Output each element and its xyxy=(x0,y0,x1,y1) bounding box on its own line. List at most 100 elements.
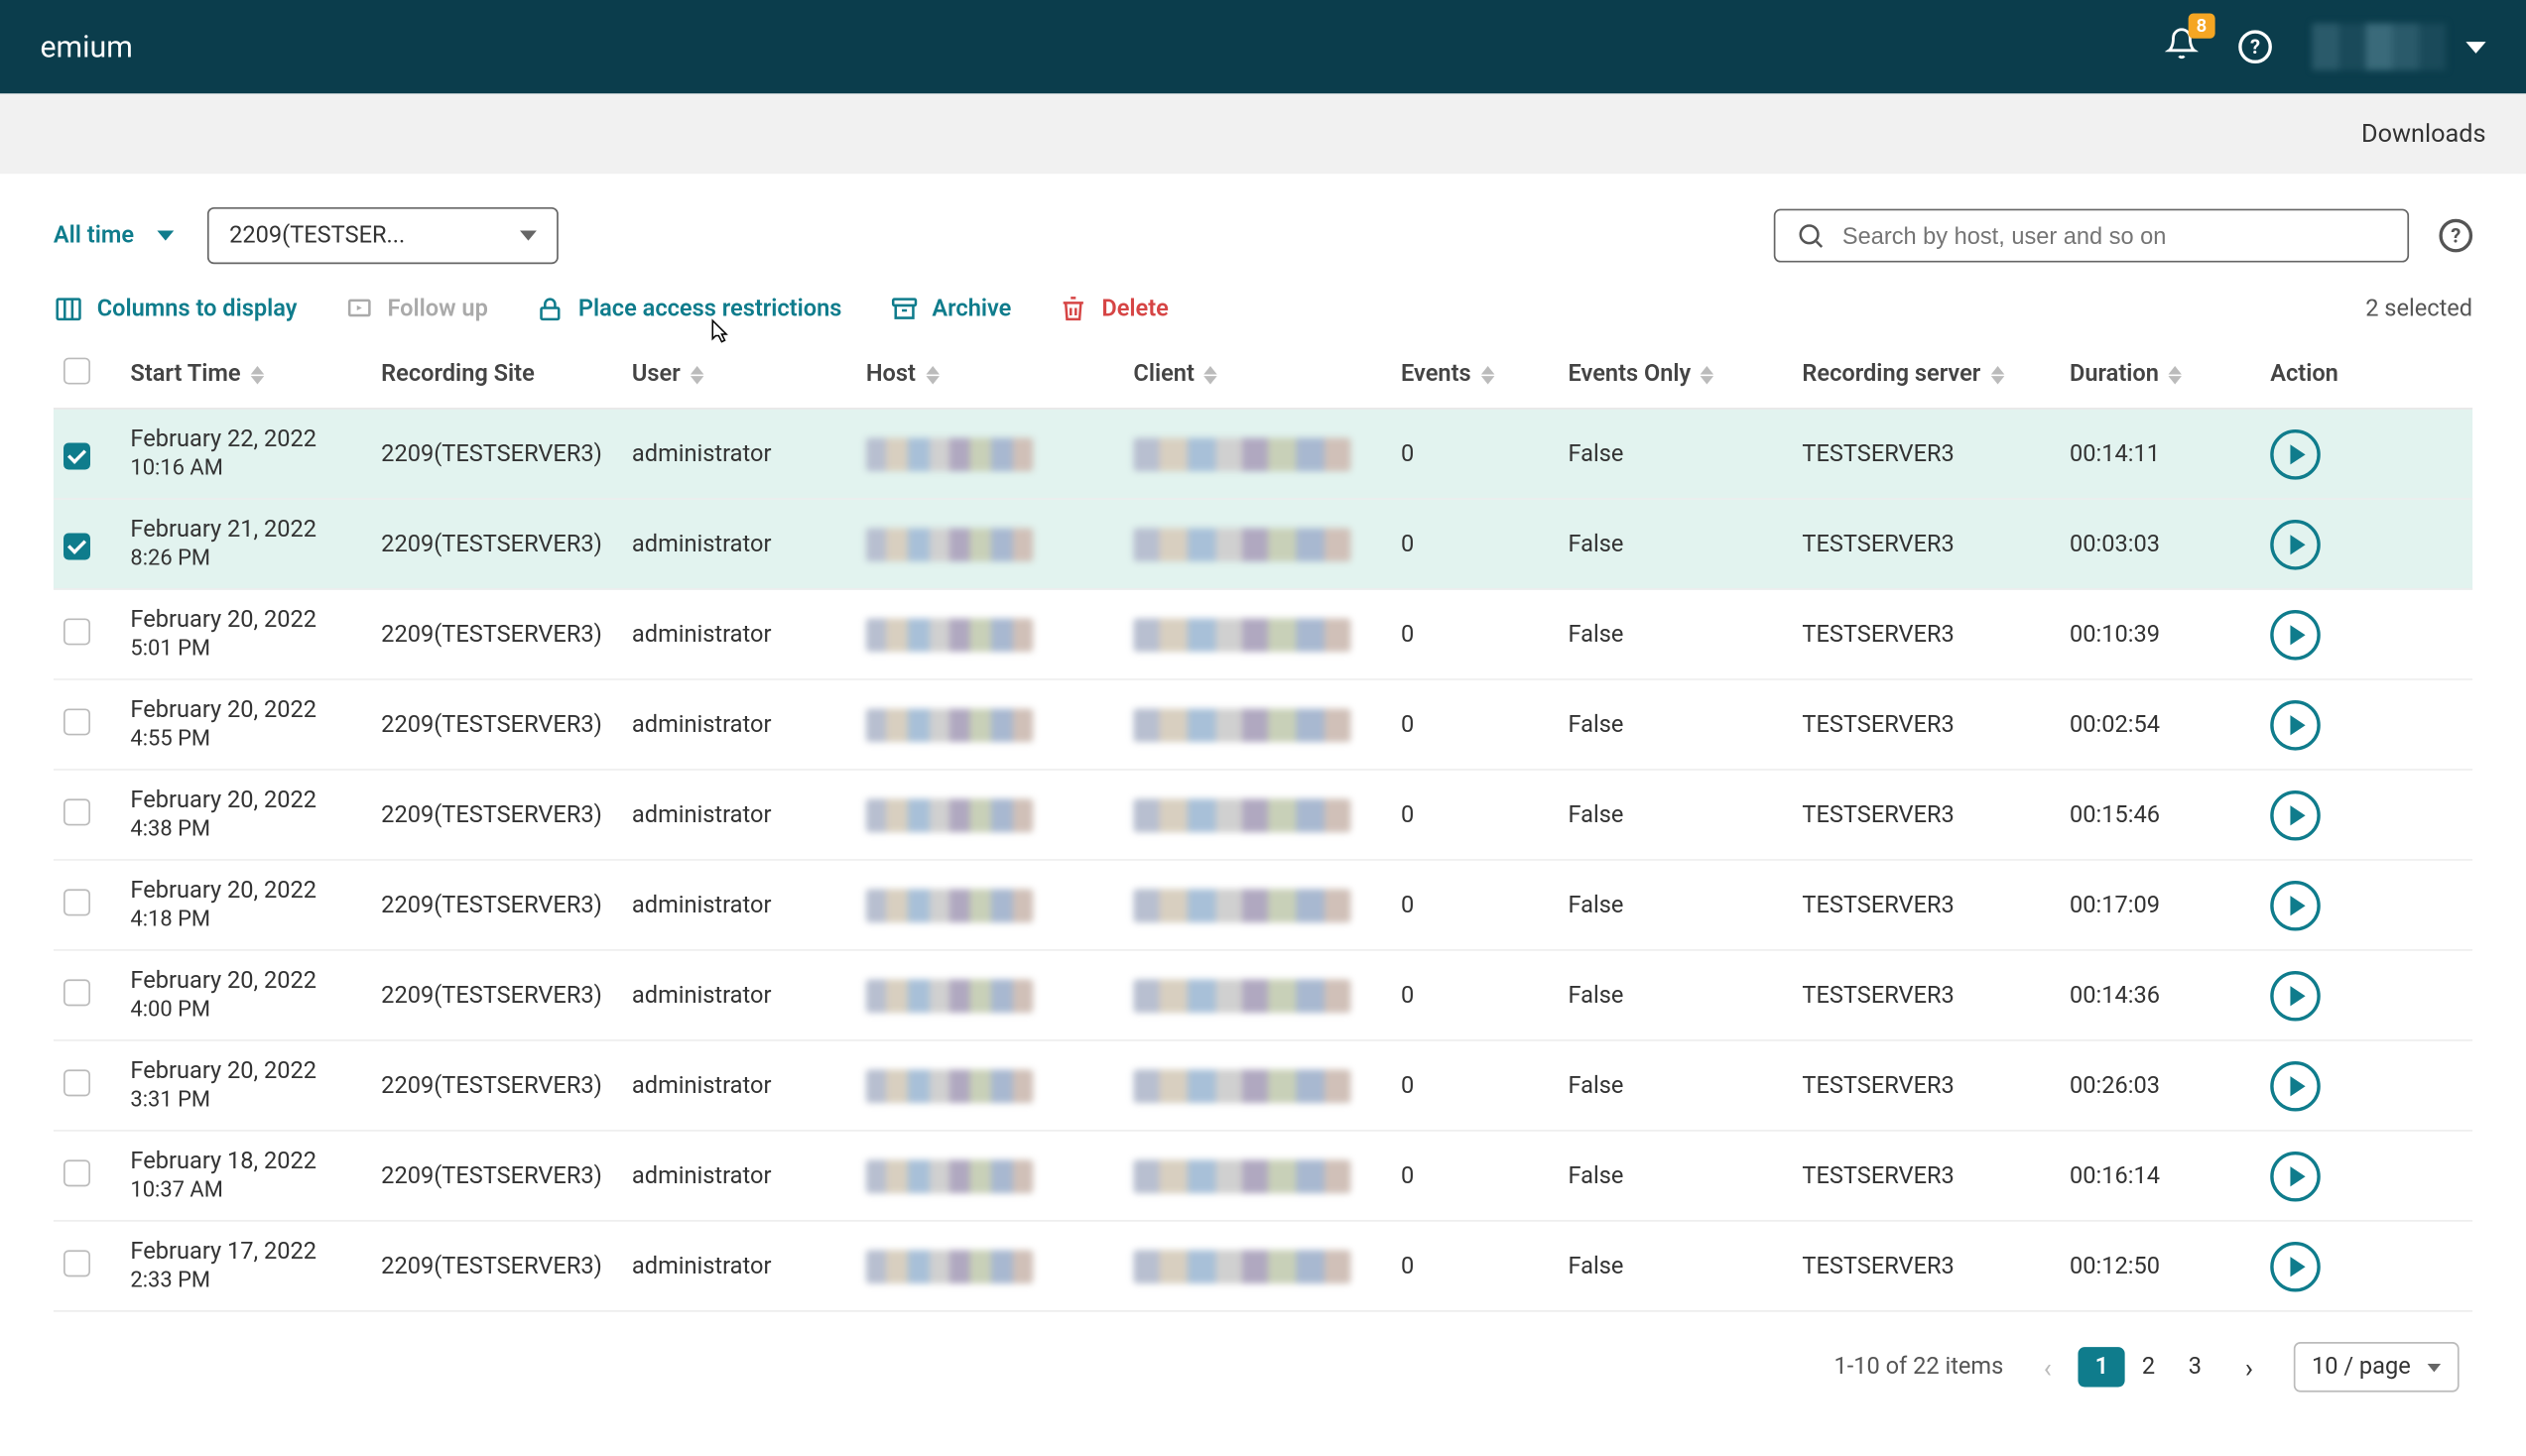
cell-client xyxy=(1133,618,1401,652)
cell-duration: 00:26:03 xyxy=(2070,1072,2270,1099)
page-number[interactable]: 3 xyxy=(2172,1347,2218,1387)
host-redacted xyxy=(866,618,1034,652)
sort-icon xyxy=(691,365,703,384)
play-button[interactable] xyxy=(2270,428,2321,479)
play-button[interactable] xyxy=(2270,609,2321,660)
cell-host xyxy=(866,1069,1134,1103)
notifications-button[interactable]: 8 xyxy=(2165,27,2199,66)
next-page[interactable]: › xyxy=(2235,1345,2263,1390)
col-duration[interactable]: Duration xyxy=(2070,361,2270,388)
cell-events: 0 xyxy=(1401,711,1569,738)
cell-host xyxy=(866,889,1134,922)
page-size-select[interactable]: 10 / page xyxy=(2293,1342,2459,1393)
search-input-wrap[interactable] xyxy=(1774,209,2409,263)
trash-icon xyxy=(1059,295,1088,324)
client-redacted xyxy=(1133,1250,1350,1283)
play-button[interactable] xyxy=(2270,519,2321,569)
cell-start-time: February 17, 20222:33 PM xyxy=(130,1239,381,1294)
client-redacted xyxy=(1133,437,1350,471)
columns-to-display-button[interactable]: Columns to display xyxy=(54,295,298,324)
cell-events-only: False xyxy=(1569,711,1803,738)
page-number[interactable]: 2 xyxy=(2125,1347,2172,1387)
col-user[interactable]: User xyxy=(632,361,866,388)
cell-host xyxy=(866,437,1134,471)
col-recording-server[interactable]: Recording server xyxy=(1802,361,2070,388)
play-button[interactable] xyxy=(2270,880,2321,930)
archive-label: Archive xyxy=(932,296,1011,322)
play-button[interactable] xyxy=(2270,1060,2321,1111)
table-row: February 20, 20225:01 PM 2209(TESTSERVER… xyxy=(54,590,2472,680)
cell-start-time: February 21, 20228:26 PM xyxy=(130,517,381,572)
topbar: emium 8 ? xyxy=(0,0,2526,93)
col-host[interactable]: Host xyxy=(866,361,1134,388)
table-row: February 22, 202210:16 AM 2209(TESTSERVE… xyxy=(54,410,2472,500)
help-icon[interactable]: ? xyxy=(2439,219,2472,253)
place-restrictions-button[interactable]: Place access restrictions xyxy=(535,295,841,324)
cell-recording-site: 2209(TESTSERVER3) xyxy=(381,801,632,828)
client-redacted xyxy=(1133,979,1350,1013)
cell-duration: 00:10:39 xyxy=(2070,621,2270,648)
row-checkbox[interactable] xyxy=(63,889,90,915)
time-filter[interactable]: All time xyxy=(54,222,175,249)
page-number[interactable]: 1 xyxy=(2079,1347,2125,1387)
help-icon[interactable]: ? xyxy=(2238,30,2272,63)
cell-host xyxy=(866,618,1134,652)
cell-host xyxy=(866,528,1134,561)
prev-page[interactable]: ‹ xyxy=(2034,1345,2062,1390)
col-events-only[interactable]: Events Only xyxy=(1569,361,1803,388)
sort-icon xyxy=(1701,365,1713,384)
selected-count: 2 selected xyxy=(2365,296,2472,322)
row-checkbox[interactable] xyxy=(63,442,90,469)
user-menu[interactable] xyxy=(2312,24,2485,70)
cell-user: administrator xyxy=(632,1162,866,1189)
cell-start-time: February 20, 20223:31 PM xyxy=(130,1058,381,1114)
play-button[interactable] xyxy=(2270,1151,2321,1201)
col-events[interactable]: Events xyxy=(1401,361,1569,388)
col-start-time[interactable]: Start Time xyxy=(130,361,381,388)
row-checkbox[interactable] xyxy=(63,533,90,559)
row-checkbox[interactable] xyxy=(63,1250,90,1276)
play-button[interactable] xyxy=(2270,699,2321,750)
cell-recording-site: 2209(TESTSERVER3) xyxy=(381,440,632,467)
subbar: Downloads xyxy=(0,93,2526,174)
delete-label: Delete xyxy=(1101,296,1169,322)
cell-client xyxy=(1133,889,1401,922)
delete-button[interactable]: Delete xyxy=(1059,295,1169,324)
col-recording-site: Recording Site xyxy=(381,361,632,388)
play-button[interactable] xyxy=(2270,789,2321,840)
select-all-checkbox[interactable] xyxy=(63,358,90,385)
cell-user: administrator xyxy=(632,1253,866,1279)
columns-icon xyxy=(54,295,83,324)
host-redacted xyxy=(866,1250,1034,1283)
row-checkbox[interactable] xyxy=(63,798,90,825)
row-checkbox[interactable] xyxy=(63,708,90,735)
cell-events-only: False xyxy=(1569,1072,1803,1099)
table-row: February 20, 20223:31 PM 2209(TESTSERVER… xyxy=(54,1041,2472,1132)
row-checkbox[interactable] xyxy=(63,1069,90,1096)
row-checkbox[interactable] xyxy=(63,1159,90,1186)
chevron-down-icon xyxy=(158,231,175,241)
cell-events-only: False xyxy=(1569,440,1803,467)
play-button[interactable] xyxy=(2270,970,2321,1021)
archive-button[interactable]: Archive xyxy=(889,295,1012,324)
search-icon xyxy=(1796,220,1826,250)
col-client[interactable]: Client xyxy=(1133,361,1401,388)
cell-recording-server: TESTSERVER3 xyxy=(1802,621,2070,648)
cell-action xyxy=(2270,970,2421,1021)
cell-events-only: False xyxy=(1569,1162,1803,1189)
site-select[interactable]: 2209(TESTSER... xyxy=(207,207,559,264)
row-checkbox[interactable] xyxy=(63,979,90,1006)
row-checkbox[interactable] xyxy=(63,618,90,645)
cell-events-only: False xyxy=(1569,531,1803,557)
downloads-link[interactable]: Downloads xyxy=(2361,119,2486,149)
play-button[interactable] xyxy=(2270,1241,2321,1291)
cell-start-time: February 20, 20225:01 PM xyxy=(130,607,381,663)
cell-user: administrator xyxy=(632,711,866,738)
cell-events: 0 xyxy=(1401,1162,1569,1189)
search-input[interactable] xyxy=(1842,222,2387,249)
cell-events: 0 xyxy=(1401,892,1569,918)
client-redacted xyxy=(1133,708,1350,742)
cell-recording-site: 2209(TESTSERVER3) xyxy=(381,1253,632,1279)
cell-action xyxy=(2270,789,2421,840)
site-select-value: 2209(TESTSER... xyxy=(229,222,405,249)
